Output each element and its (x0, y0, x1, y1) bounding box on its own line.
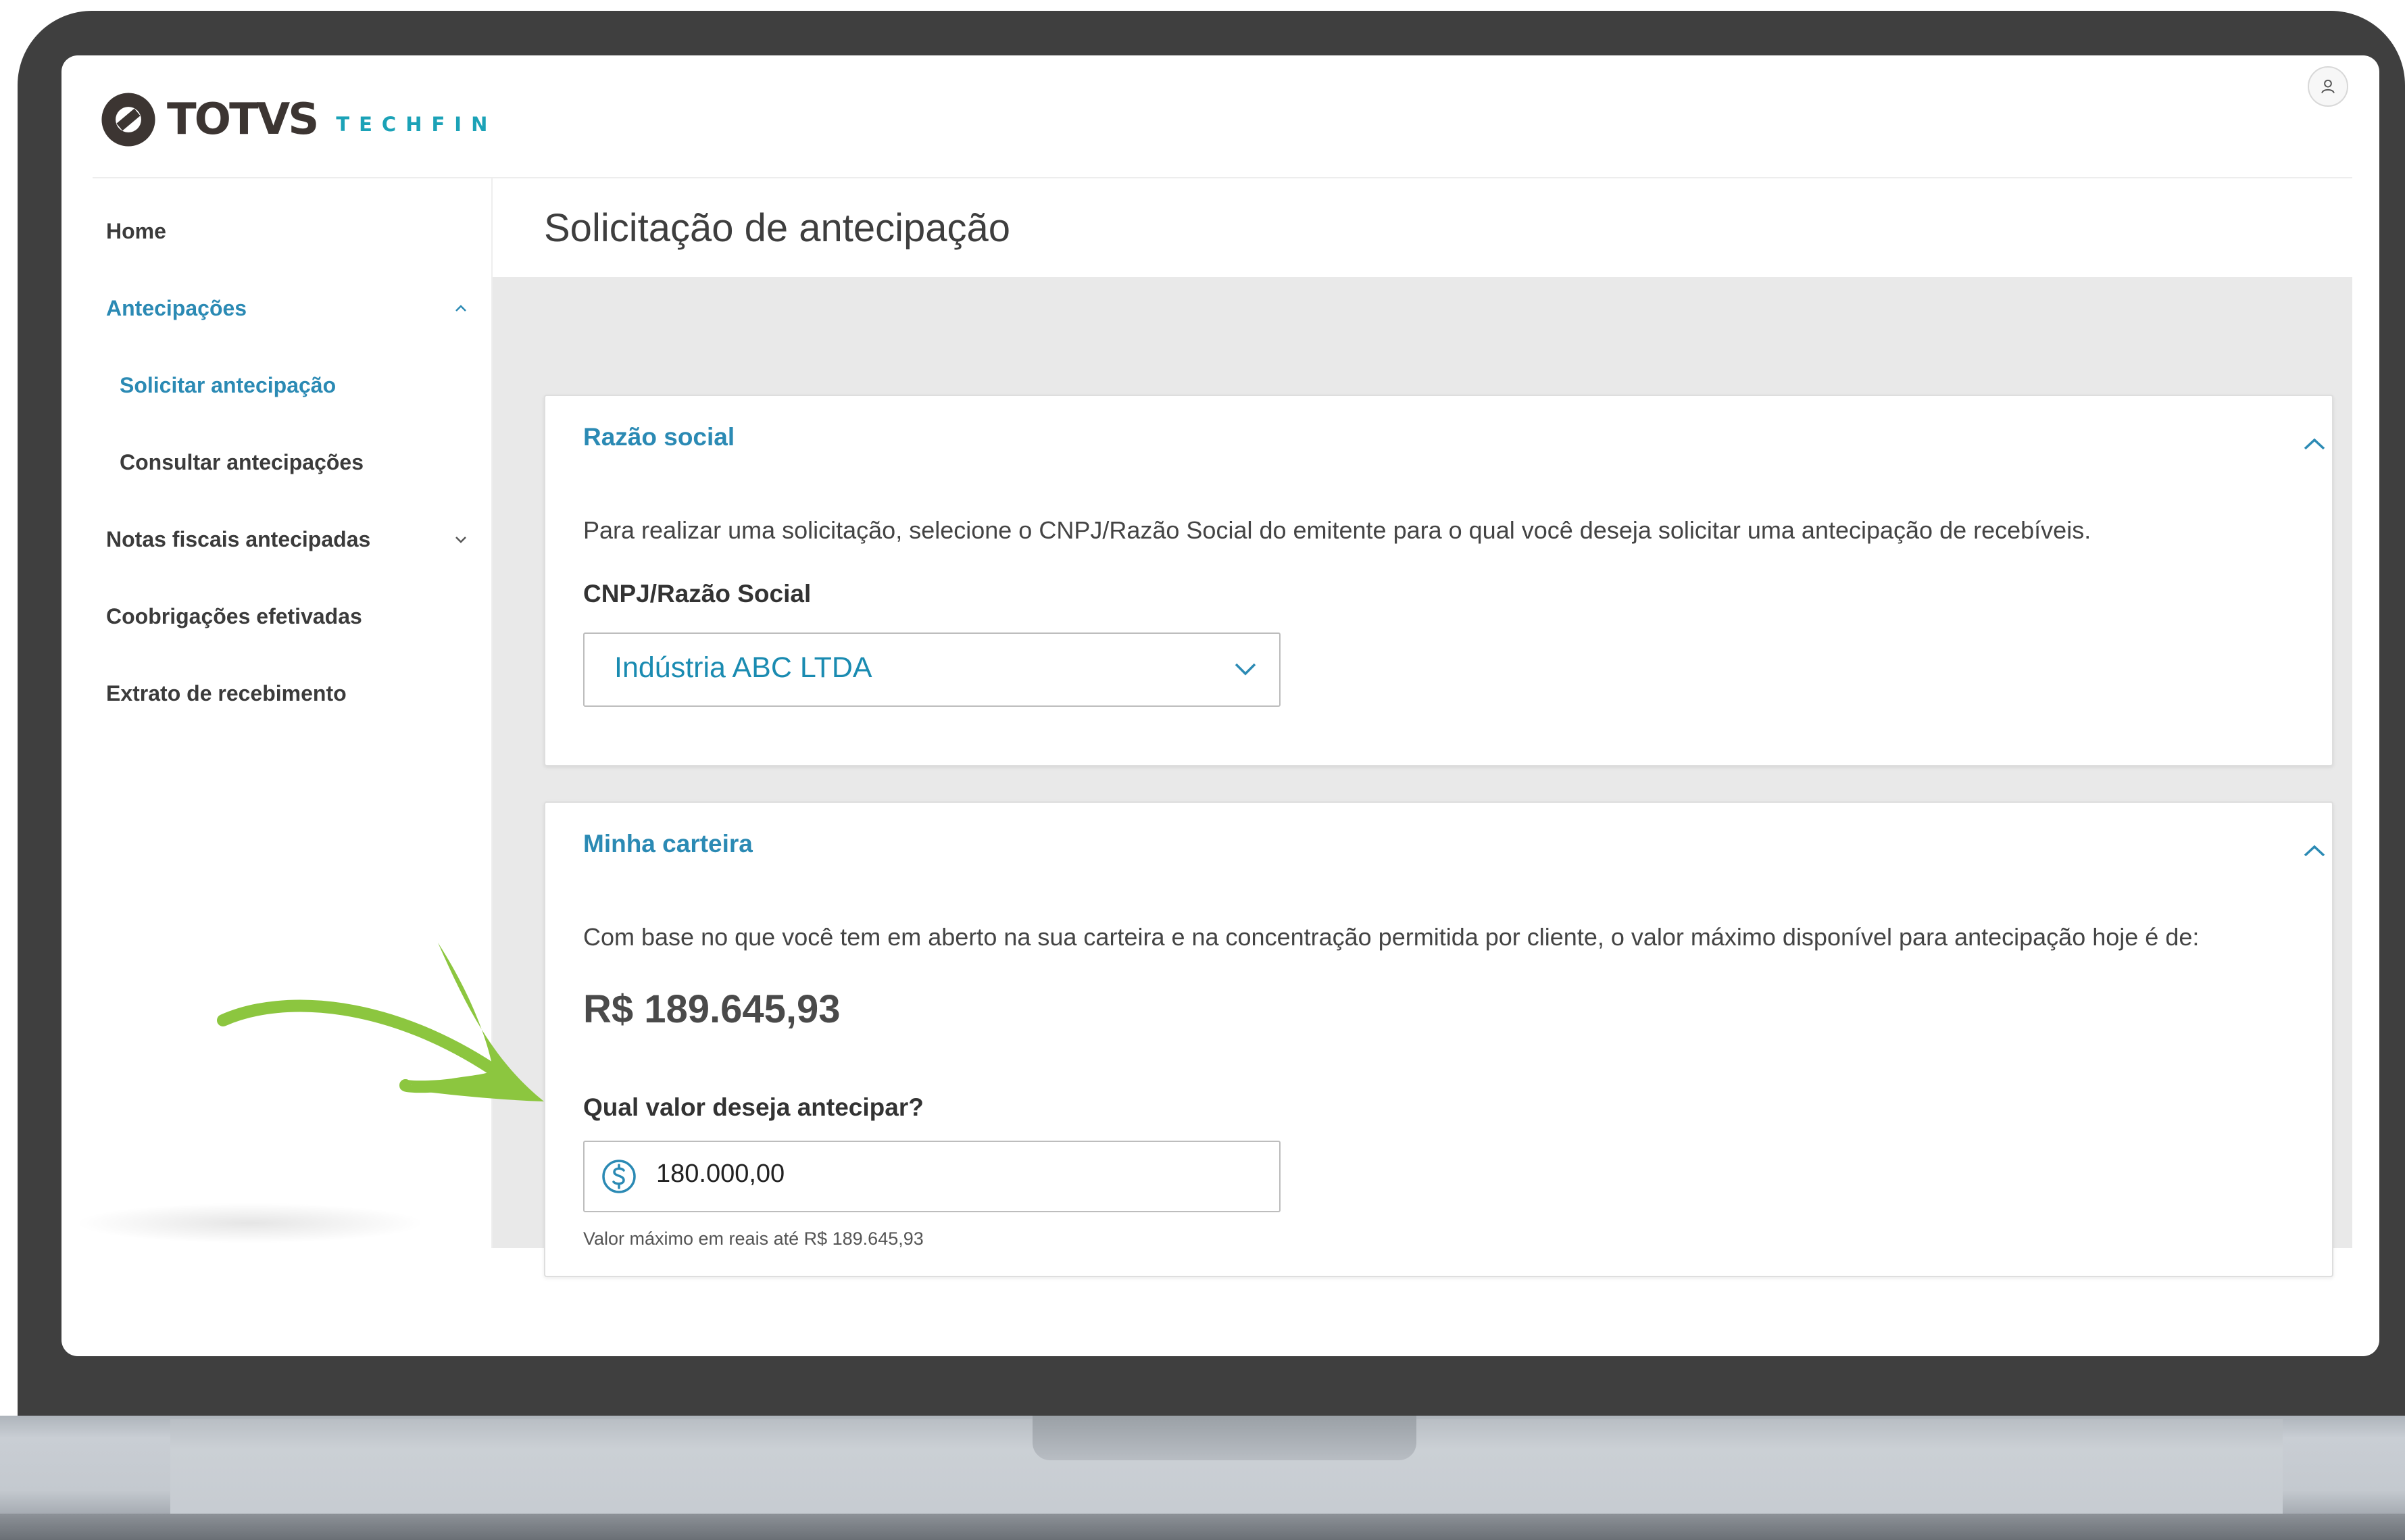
sidebar-item-solicitar-antecipacao[interactable]: Solicitar antecipação (120, 358, 498, 412)
card-minha-carteira: Minha carteira Com base no que você tem … (544, 801, 2333, 1277)
totvs-logo-icon (101, 93, 155, 147)
laptop-notch (1033, 1416, 1416, 1460)
brand-logo[interactable]: TOTVS TECHFIN (99, 89, 497, 150)
laptop-bottom-edge (0, 1514, 2405, 1540)
sidebar-shadow (74, 1203, 426, 1243)
amount-field-label: Qual valor deseja antecipar? (583, 1093, 924, 1121)
user-icon (2321, 79, 2335, 94)
chevron-down-icon (1235, 663, 1256, 676)
chevron-up-icon (455, 305, 466, 312)
sidebar-item-label: Solicitar antecipação (120, 372, 337, 397)
card-title: Minha carteira (583, 830, 753, 858)
sidebar-item-coobrigacoes[interactable]: Coobrigações efetivadas (106, 589, 485, 643)
sidebar-item-label: Notas fiscais antecipadas (106, 526, 371, 551)
amount-input-value: 180.000,00 (656, 1160, 785, 1188)
sidebar-item-home[interactable]: Home (106, 204, 485, 258)
sidebar-item-extrato[interactable]: Extrato de recebimento (106, 666, 485, 720)
user-menu-button[interactable] (2308, 66, 2348, 107)
app-header: TOTVS TECHFIN (93, 55, 2352, 178)
card-description: Com base no que você tem em aberto na su… (583, 923, 2200, 951)
collapse-chevron-icon[interactable] (2302, 437, 2327, 453)
cnpj-select[interactable]: Indústria ABC LTDA (583, 632, 1281, 707)
sidebar-item-label: Extrato de recebimento (106, 680, 347, 705)
sidebar-item-antecipacoes[interactable]: Antecipações (106, 281, 485, 335)
brand-name: TOTVS (167, 95, 319, 145)
sidebar-item-label: Antecipações (106, 295, 247, 320)
collapse-chevron-icon[interactable] (2302, 843, 2327, 860)
cnpj-select-value: Indústria ABC LTDA (614, 651, 872, 684)
sidebar-item-label: Coobrigações efetivadas (106, 603, 362, 628)
sidebar-item-notas-fiscais[interactable]: Notas fiscais antecipadas (106, 512, 485, 566)
cnpj-field-label: CNPJ/Razão Social (583, 580, 812, 607)
main-content: Solicitação de antecipação Razão social … (493, 178, 2352, 1277)
sidebar-item-label: Home (106, 218, 166, 243)
amount-helper-text: Valor máximo em reais até R$ 189.645,93 (583, 1228, 924, 1249)
chevron-down-icon (455, 537, 466, 543)
sidebar-item-consultar-antecipacoes[interactable]: Consultar antecipações (120, 435, 498, 489)
max-amount: R$ 189.645,93 (583, 987, 841, 1031)
green-arrow-annotation (217, 943, 544, 1101)
brand-sub: TECHFIN (336, 113, 497, 136)
card-razao-social: Razão social Para realizar uma solicitaç… (544, 395, 2333, 766)
sidebar-item-label: Consultar antecipações (120, 449, 364, 474)
amount-input[interactable]: 180.000,00 (583, 1141, 1281, 1212)
page-title: Solicitação de antecipação (544, 206, 1011, 250)
card-description: Para realizar uma solicitação, selecione… (583, 516, 2091, 544)
laptop-screen: TOTVS TECHFIN Home Antecipações Solicita… (61, 55, 2379, 1356)
page-title-bar: Solicitação de antecipação (493, 178, 2352, 277)
card-title: Razão social (583, 423, 735, 451)
currency-dollar-icon (602, 1160, 636, 1193)
